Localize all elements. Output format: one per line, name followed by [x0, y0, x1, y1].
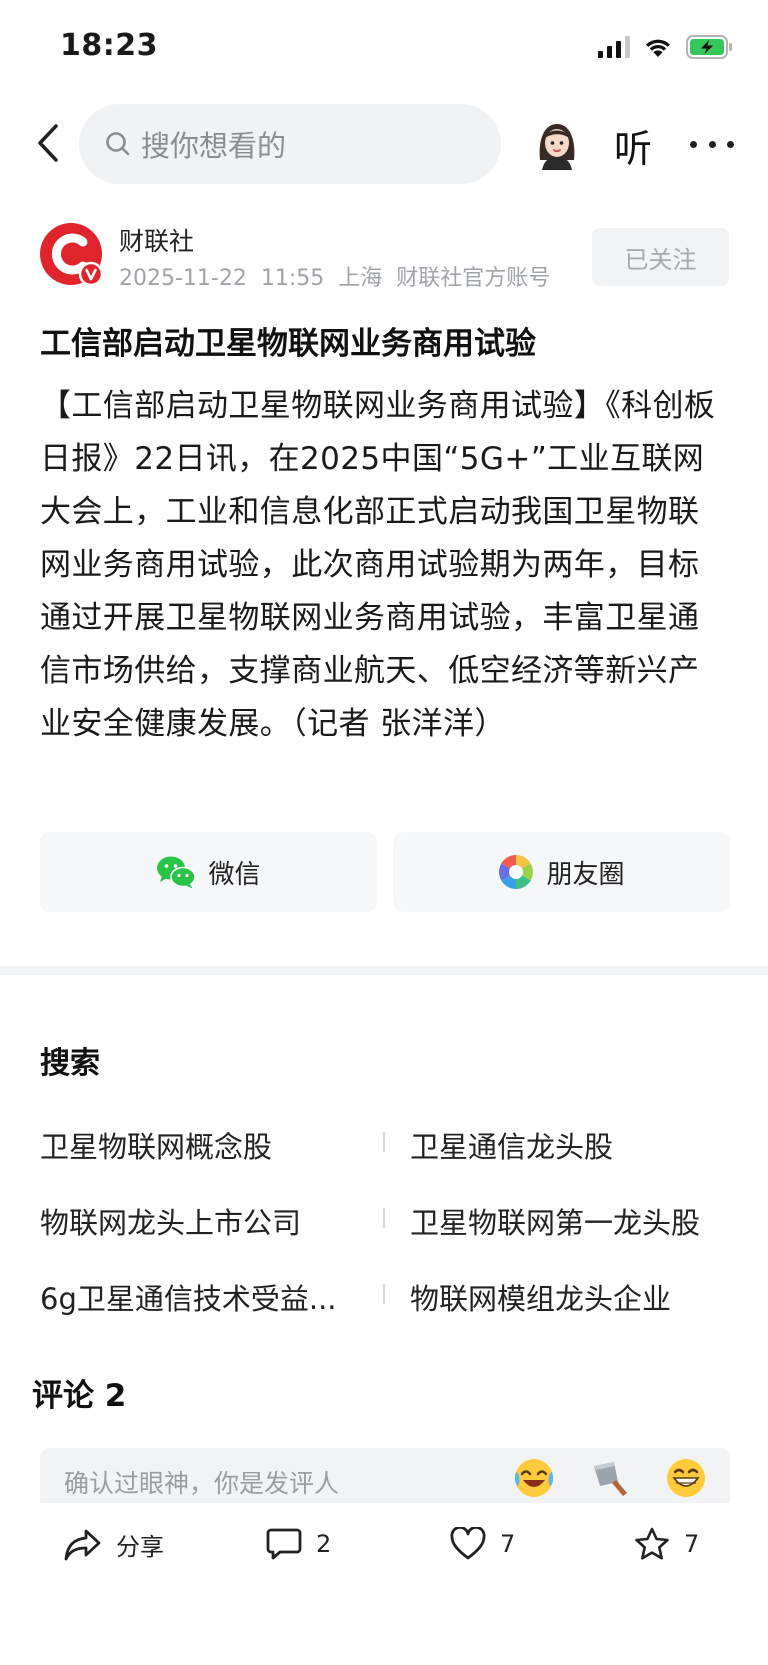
cls-logo-icon — [40, 223, 104, 287]
cellular-signal-icon — [598, 36, 630, 58]
comment-input[interactable]: 确认过眼神，你是发评人 — [40, 1448, 730, 1510]
chevron-left-icon — [38, 124, 58, 162]
top-navigation: 搜你想看的 听 — [0, 102, 768, 184]
follow-button[interactable]: 已关注 — [592, 228, 729, 286]
grinning-emoji-icon[interactable] — [664, 1456, 708, 1500]
search-suggestion[interactable]: 卫星物联网概念股 — [40, 1124, 360, 1166]
more-menu-button[interactable] — [690, 124, 734, 164]
comment-count: 2 — [316, 1530, 332, 1558]
search-suggestion[interactable]: 物联网模组龙头企业 — [410, 1276, 740, 1318]
more-dot-icon — [727, 140, 734, 148]
more-dot-icon — [708, 140, 716, 148]
star-icon — [635, 1527, 669, 1560]
moments-icon — [499, 855, 534, 889]
share-moments-label: 朋友圈 — [546, 859, 625, 890]
status-icons — [598, 32, 734, 62]
laughing-crying-emoji-icon[interactable] — [512, 1456, 556, 1500]
back-button[interactable] — [28, 118, 68, 168]
article-title: 工信部启动卫星物联网业务商用试验 — [40, 326, 536, 362]
favorite-count: 7 — [684, 1530, 700, 1558]
share-wechat-label: 微信 — [208, 859, 261, 890]
like-action-button[interactable]: 7 — [450, 1527, 515, 1561]
heart-icon — [450, 1527, 486, 1560]
comment-action-button[interactable]: 2 — [266, 1527, 331, 1561]
author-logo[interactable] — [39, 222, 104, 287]
share-moments-button[interactable]: 朋友圈 — [393, 832, 730, 912]
listen-button[interactable]: 听 — [614, 118, 652, 173]
search-suggestion[interactable]: 6g卫星通信技术受益... — [40, 1276, 360, 1318]
publish-time: 11:55 — [260, 266, 325, 291]
more-dot-icon — [690, 140, 697, 148]
status-bar: 18:23 — [0, 0, 768, 96]
share-wechat-button[interactable]: 微信 — [40, 832, 377, 912]
account-type: 财联社官方账号 — [396, 266, 551, 291]
comment-placeholder: 确认过眼神，你是发评人 — [64, 1469, 340, 1498]
share-action-label: 分享 — [116, 1533, 164, 1561]
search-icon — [106, 132, 130, 156]
author-meta: 2025-11-22 11:55 上海 财联社官方账号 — [119, 260, 564, 292]
favorite-action-button[interactable]: 7 — [634, 1527, 699, 1561]
search-input[interactable]: 搜你想看的 — [79, 104, 501, 184]
bottom-action-bar: 分享 2 7 7 — [0, 1503, 768, 1613]
section-divider — [0, 966, 768, 975]
wifi-icon — [646, 39, 670, 57]
search-placeholder: 搜你想看的 — [141, 129, 287, 163]
search-section-title: 搜索 — [40, 1046, 100, 1081]
suggestion-separator — [383, 1132, 385, 1152]
like-count: 7 — [500, 1530, 516, 1558]
author-name[interactable]: 财联社 — [119, 222, 194, 258]
search-suggestion[interactable]: 物联网龙头上市公司 — [40, 1200, 360, 1242]
comment-bubble-icon — [266, 1528, 302, 1560]
avatar-icon — [539, 124, 575, 170]
article-body: 【工信部启动卫星物联网业务商用试验】《科创板日报》22日讯，在2025中国“5G… — [40, 388, 716, 742]
status-time: 18:23 — [60, 28, 158, 63]
share-action-button[interactable]: 分享 — [64, 1527, 164, 1562]
suggestion-separator — [383, 1208, 385, 1228]
search-suggestion[interactable]: 卫星物联网第一龙头股 — [410, 1200, 740, 1242]
wechat-icon — [157, 856, 197, 889]
comments-title: 评论 2 — [32, 1378, 127, 1414]
publish-date: 2025-11-22 — [119, 266, 247, 291]
battery-charging-icon — [686, 35, 732, 59]
search-suggestion[interactable]: 卫星通信龙头股 — [410, 1124, 740, 1166]
suggestion-separator — [383, 1284, 385, 1304]
cleaver-emoji-icon[interactable] — [588, 1456, 632, 1500]
share-arrow-icon — [64, 1529, 101, 1560]
user-avatar[interactable] — [530, 116, 584, 170]
publish-location: 上海 — [338, 266, 383, 291]
